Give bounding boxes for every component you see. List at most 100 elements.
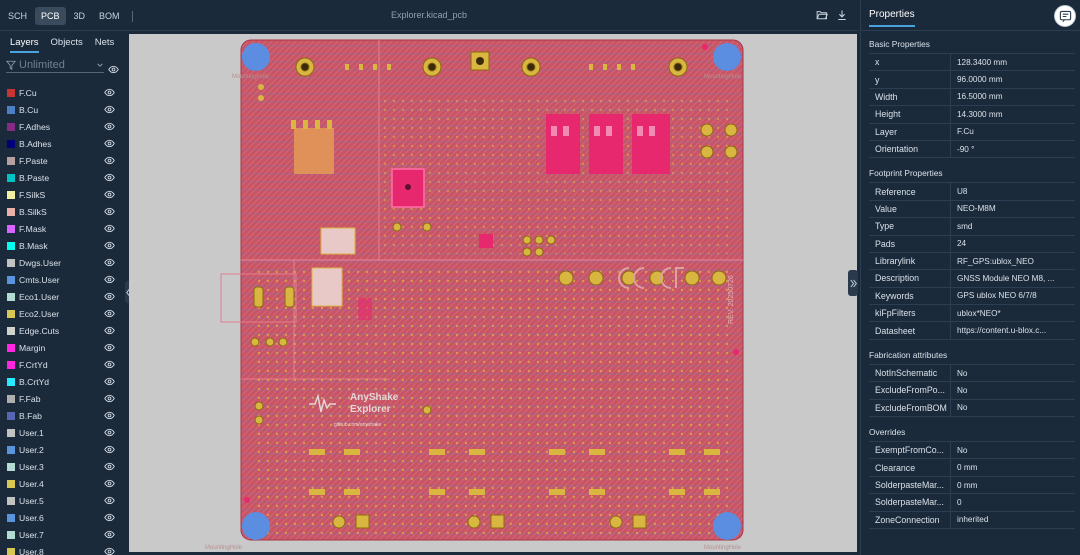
layer-row-user-4[interactable]: User.4 [0, 475, 124, 492]
eye-icon[interactable] [104, 445, 115, 454]
eye-icon[interactable] [104, 122, 115, 131]
property-table: NotInSchematic No ExcludeFromPo... No Exclud… [869, 363, 1075, 418]
layer-row-user-6[interactable]: User.6 [0, 509, 124, 526]
eye-icon[interactable] [104, 156, 115, 165]
layer-filter-select[interactable]: Unlimited [6, 58, 104, 73]
layer-row-f-adhes[interactable]: F.Adhes [0, 118, 124, 135]
layer-row-user-1[interactable]: User.1 [0, 424, 124, 441]
eye-icon[interactable] [104, 377, 115, 386]
section-fabrication: Fabrication attributes NotInSchematic No Ex… [861, 350, 1080, 418]
download-icon[interactable] [836, 9, 848, 21]
eye-icon[interactable] [104, 326, 115, 335]
eye-icon[interactable] [104, 275, 115, 284]
eye-icon[interactable] [104, 462, 115, 471]
property-value: 96.0000 mm [957, 75, 1003, 85]
eye-icon[interactable] [104, 394, 115, 403]
eye-icon[interactable] [104, 258, 115, 267]
layer-row-b-paste[interactable]: B.Paste [0, 169, 124, 186]
eye-icon[interactable] [104, 530, 115, 539]
eye-icon[interactable] [104, 241, 115, 250]
property-row: x 128.3400 mm [869, 54, 1075, 72]
layer-color-swatch [7, 190, 15, 199]
eye-icon[interactable] [104, 360, 115, 369]
eye-icon[interactable] [104, 224, 115, 233]
layer-row-user-3[interactable]: User.3 [0, 458, 124, 475]
layer-row-dwgs-user[interactable]: Dwgs.User [0, 254, 124, 271]
layer-row-f-paste[interactable]: F.Paste [0, 152, 124, 169]
layer-row-f-silks[interactable]: F.SilkS [0, 186, 124, 203]
eye-icon[interactable] [104, 173, 115, 182]
layer-row-b-fab[interactable]: B.Fab [0, 407, 124, 424]
eye-icon[interactable] [104, 88, 115, 97]
layer-row-cmts-user[interactable]: Cmts.User [0, 271, 124, 288]
folder-open-icon[interactable] [816, 9, 828, 21]
toggle-all-visibility-icon[interactable] [108, 64, 119, 75]
property-row: Keywords GPS ublox NEO 6/7/8 [869, 287, 1075, 306]
layer-row-f-crtyd[interactable]: F.CrtYd [0, 356, 124, 373]
layer-row-user-5[interactable]: User.5 [0, 492, 124, 509]
eye-icon[interactable] [104, 292, 115, 301]
property-key: ExemptFromCo... [869, 442, 951, 459]
file-title: Explorer.kicad_pcb [390, 10, 468, 20]
chevron-down-icon [97, 63, 103, 67]
silk-label-mountinghole: MountingHole [704, 545, 742, 551]
properties-title[interactable]: Properties [869, 9, 915, 27]
eye-icon[interactable] [104, 105, 115, 114]
property-key: Reference [869, 183, 951, 200]
layer-color-swatch [7, 343, 15, 352]
property-key: ExcludeFromBOM [869, 399, 951, 417]
layer-name: Eco1.User [19, 291, 60, 302]
eye-icon[interactable] [104, 343, 115, 352]
section-basic: Basic Properties x 128.3400 mm y 96.0000 mm W… [861, 39, 1080, 159]
board-url-text: github.com/anyshake [334, 422, 381, 428]
property-key: ZoneConnection [869, 511, 951, 528]
eye-icon[interactable] [104, 496, 115, 505]
property-row: Value NEO-M8M [869, 200, 1075, 219]
layer-row-user-8[interactable]: User.8 [0, 543, 124, 555]
layer-color-swatch [7, 428, 15, 437]
eye-icon[interactable] [104, 513, 115, 522]
layer-row-eco2-user[interactable]: Eco2.User [0, 305, 124, 322]
property-key: x [869, 54, 951, 71]
layer-row-eco1-user[interactable]: Eco1.User [0, 288, 124, 305]
layer-row-f-cu[interactable]: F.Cu [0, 84, 124, 101]
collapse-right-panel-button[interactable] [848, 270, 858, 296]
layer-row-margin[interactable]: Margin [0, 339, 124, 356]
eye-icon[interactable] [104, 309, 115, 318]
eye-icon[interactable] [104, 207, 115, 216]
layer-name: Dwgs.User [19, 257, 62, 268]
layer-row-f-fab[interactable]: F.Fab [0, 390, 124, 407]
tab-layers[interactable]: Layers [10, 37, 39, 53]
layer-row-b-silks[interactable]: B.SilkS [0, 203, 124, 220]
tab-nets[interactable]: Nets [95, 37, 115, 53]
layer-row-f-mask[interactable]: F.Mask [0, 220, 124, 237]
layer-color-swatch [7, 139, 15, 148]
property-key: Type [869, 218, 951, 235]
chat-button[interactable] [1054, 5, 1076, 27]
layer-row-b-mask[interactable]: B.Mask [0, 237, 124, 254]
tab-objects[interactable]: Objects [51, 37, 83, 53]
eye-icon[interactable] [104, 547, 115, 555]
layer-row-b-adhes[interactable]: B.Adhes [0, 135, 124, 152]
eye-icon[interactable] [104, 139, 115, 148]
eye-icon[interactable] [104, 428, 115, 437]
property-key: Librarylink [869, 252, 951, 270]
layer-row-user-7[interactable]: User.7 [0, 526, 124, 543]
layer-color-swatch [7, 360, 15, 369]
kicad-viewer-app: SCH PCB 3D BOM Explorer.kicad_pcb Layers… [0, 0, 1080, 555]
property-value: 0 mm [957, 480, 978, 490]
layer-name: B.Adhes [19, 138, 52, 149]
layer-row-b-cu[interactable]: B.Cu [0, 101, 124, 118]
layer-color-swatch [7, 547, 15, 555]
eye-icon[interactable] [104, 479, 115, 488]
layer-row-b-crtyd[interactable]: B.CrtYd [0, 373, 124, 390]
property-value: U8 [957, 187, 968, 197]
property-key: Width [869, 88, 951, 106]
mounting-hole [713, 43, 741, 71]
layer-row-user-2[interactable]: User.2 [0, 441, 124, 458]
pcb-canvas[interactable]: AnyShake Explorer github.com/anyshake RE… [129, 34, 857, 552]
layer-row-edge-cuts[interactable]: Edge.Cuts [0, 322, 124, 339]
eye-icon[interactable] [104, 411, 115, 420]
layer-name: B.Fab [19, 410, 42, 421]
eye-icon[interactable] [104, 190, 115, 199]
